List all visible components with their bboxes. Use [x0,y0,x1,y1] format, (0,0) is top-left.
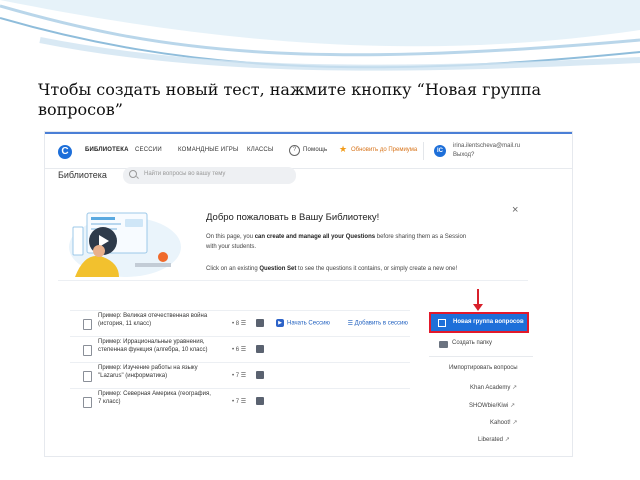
external-link-icon: ↗ [510,403,516,409]
folder-icon [439,341,448,348]
document-icon [83,397,92,408]
avatar[interactable]: IC [434,145,446,157]
welcome-text-1: On this page, you can create and manage … [206,234,467,240]
list-item[interactable]: Пример: Великая отечественная война (ист… [70,310,410,337]
red-arrow-head [473,304,483,311]
start-session-button[interactable]: Начать Сессию [287,321,330,327]
list-item[interactable]: Пример: Изучение работы на языку "Lazaru… [70,362,410,389]
set-count: • 8 ☰ [232,321,247,327]
set-box-icon [256,371,264,379]
slide-heading: Чтобы создать новый тест, нажмите кнопку… [38,80,542,119]
upgrade-link[interactable]: Обновить до Премиума [351,147,417,153]
top-navbar: C БИБЛИОТЕКА СЕССИИ КОМАНДНЫЕ ИГРЫ КЛАСС… [45,134,572,169]
set-title-line2: степенная функция (алгебра, 10 класс) [98,347,208,353]
import-khan-academy[interactable]: Khan Academy ↗ [470,384,517,391]
import-questions-title: Импортировать вопросы [449,365,518,371]
new-question-set-label: Новая группа вопросов [453,319,524,325]
set-count: • 6 ☰ [232,347,247,353]
set-count: • 7 ☰ [232,373,247,379]
play-icon[interactable]: ▶ [276,319,284,327]
add-to-session-icon: ☰ [347,320,353,327]
welcome-illustration [69,212,181,277]
help-icon[interactable]: ? [289,145,300,156]
close-icon[interactable]: × [512,204,518,216]
document-icon [83,319,92,330]
page-title: Библиотека [58,170,107,180]
set-box-icon [256,397,264,405]
logout-link[interactable]: Выход? [453,152,474,158]
set-title-line2: (история, 11 класс) [98,321,152,327]
nav-team-games[interactable]: КОМАНДНЫЕ ИГРЫ [178,147,238,153]
set-title-line1: Пример: Иррациональные уравнения, [98,339,205,345]
document-icon [83,371,92,382]
new-set-icon [438,319,446,327]
list-item[interactable]: Пример: Северная Америка (география, 7 к… [70,388,410,415]
app-screenshot: C БИБЛИОТЕКА СЕССИИ КОМАНДНЫЕ ИГРЫ КЛАСС… [45,132,572,456]
set-title-line1: Пример: Великая отечественная война [98,313,208,319]
nav-help[interactable]: Помощь [303,147,327,153]
user-email: irina.ilentscheva@mail.ru [453,143,521,149]
list-item[interactable]: Пример: Иррациональные уравнения, степен… [70,336,410,363]
welcome-title: Добро пожаловать в Вашу Библиотеку! [206,212,380,223]
app-logo-icon[interactable]: C [58,145,72,159]
nav-classes[interactable]: КЛАССЫ [247,147,273,153]
set-title-line2: "Lazarus" (информатика) [98,373,168,379]
import-liberated[interactable]: Liberated ↗ [478,436,510,443]
set-title-line2: 7 класс) [98,399,121,405]
set-count: • 7 ☰ [232,399,247,405]
nav-library[interactable]: БИБЛИОТЕКА [85,147,129,153]
set-box-icon [256,345,264,353]
import-kahoot[interactable]: Kahoot! ↗ [490,419,517,426]
external-link-icon: ↗ [512,385,518,391]
welcome-text-3: Click on an existing Question Set to see… [206,266,458,272]
welcome-text-2: with your students. [206,244,257,250]
new-question-set-button[interactable]: Новая группа вопросов [429,312,529,333]
slide-decoration [0,0,640,71]
search-placeholder: Найти вопросы во вашу тему [144,171,226,177]
nav-sessions[interactable]: СЕССИИ [135,147,162,153]
set-box-icon [256,319,264,327]
search-input[interactable]: Найти вопросы во вашу тему [123,167,296,184]
search-icon [129,170,137,178]
import-showbie[interactable]: SHOWbie/Kiwi ↗ [469,402,515,409]
set-actions: ▶ Начать Сессию ☰ Добавить в сессию [276,319,408,327]
nav-divider [423,142,424,160]
external-link-icon: ↗ [504,437,510,443]
star-icon: ★ [339,144,348,154]
set-title-line1: Пример: Северная Америка (география, [98,391,211,397]
external-link-icon: ↗ [512,420,518,426]
set-title-line1: Пример: Изучение работы на языку [98,365,198,371]
add-to-session-button[interactable]: Добавить в сессию [355,321,408,327]
sidebar-divider [429,356,533,357]
document-icon [83,345,92,356]
create-folder-button[interactable]: Создать папку [452,340,492,346]
